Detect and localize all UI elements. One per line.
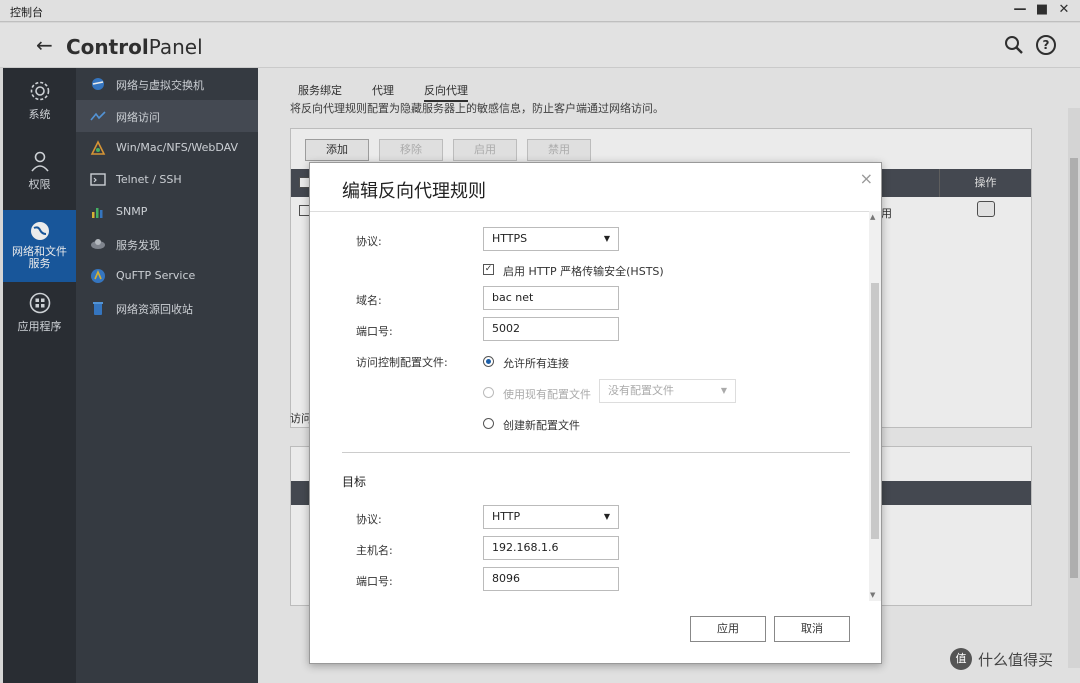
acl-allow-all-label: 允许所有连接: [503, 357, 569, 370]
source-port-label: 端口号:: [356, 325, 393, 338]
chevron-down-icon: ▼: [720, 386, 727, 395]
watermark-text: 什么值得买: [978, 650, 1054, 669]
domain-input[interactable]: bac net: [483, 286, 619, 310]
source-protocol-select[interactable]: HTTPS ▼: [483, 227, 619, 251]
hsts-label: 启用 HTTP 严格传输安全(HSTS): [503, 265, 664, 278]
cancel-button[interactable]: 取消: [774, 616, 850, 642]
scroll-up-icon[interactable]: ▲: [870, 213, 875, 221]
smzdm-logo-icon: 值: [950, 648, 972, 670]
target-protocol-label: 协议:: [356, 513, 382, 526]
target-port-label: 端口号:: [356, 575, 393, 588]
acl-existing-select[interactable]: 没有配置文件 ▼: [599, 379, 736, 403]
target-section-title: 目标: [342, 475, 367, 489]
acl-allow-all-radio[interactable]: [483, 356, 494, 367]
chevron-down-icon: ▼: [603, 512, 610, 521]
acl-use-existing-radio[interactable]: [483, 387, 494, 398]
hostname-label: 主机名:: [356, 544, 393, 557]
source-port-input[interactable]: 5002: [483, 317, 619, 341]
dialog-title: 编辑反向代理规则: [342, 181, 486, 202]
apply-button[interactable]: 应用: [690, 616, 766, 642]
scroll-down-icon[interactable]: ▼: [870, 591, 875, 599]
acl-label: 访问控制配置文件:: [356, 356, 448, 369]
acl-create-new-radio[interactable]: [483, 418, 494, 429]
acl-create-new-label: 创建新配置文件: [503, 419, 580, 432]
target-port-input[interactable]: 8096: [483, 567, 619, 591]
hsts-checkbox[interactable]: ✓: [483, 264, 494, 275]
domain-label: 域名:: [356, 294, 382, 307]
dialog-scrollbar[interactable]: ▲ ▼: [869, 211, 881, 601]
source-protocol-label: 协议:: [356, 235, 382, 248]
acl-use-existing-label: 使用现有配置文件: [503, 388, 591, 401]
hostname-input[interactable]: 192.168.1.6: [483, 536, 619, 560]
close-icon[interactable]: ×: [860, 169, 873, 188]
edit-reverse-proxy-dialog: 编辑反向代理规则 × 协议: HTTPS ▼ ✓ 启用 HTTP 严格传输安全(H…: [309, 162, 882, 664]
watermark: 值 什么值得买: [950, 648, 1053, 670]
target-protocol-select[interactable]: HTTP ▼: [483, 505, 619, 529]
chevron-down-icon: ▼: [603, 234, 610, 243]
